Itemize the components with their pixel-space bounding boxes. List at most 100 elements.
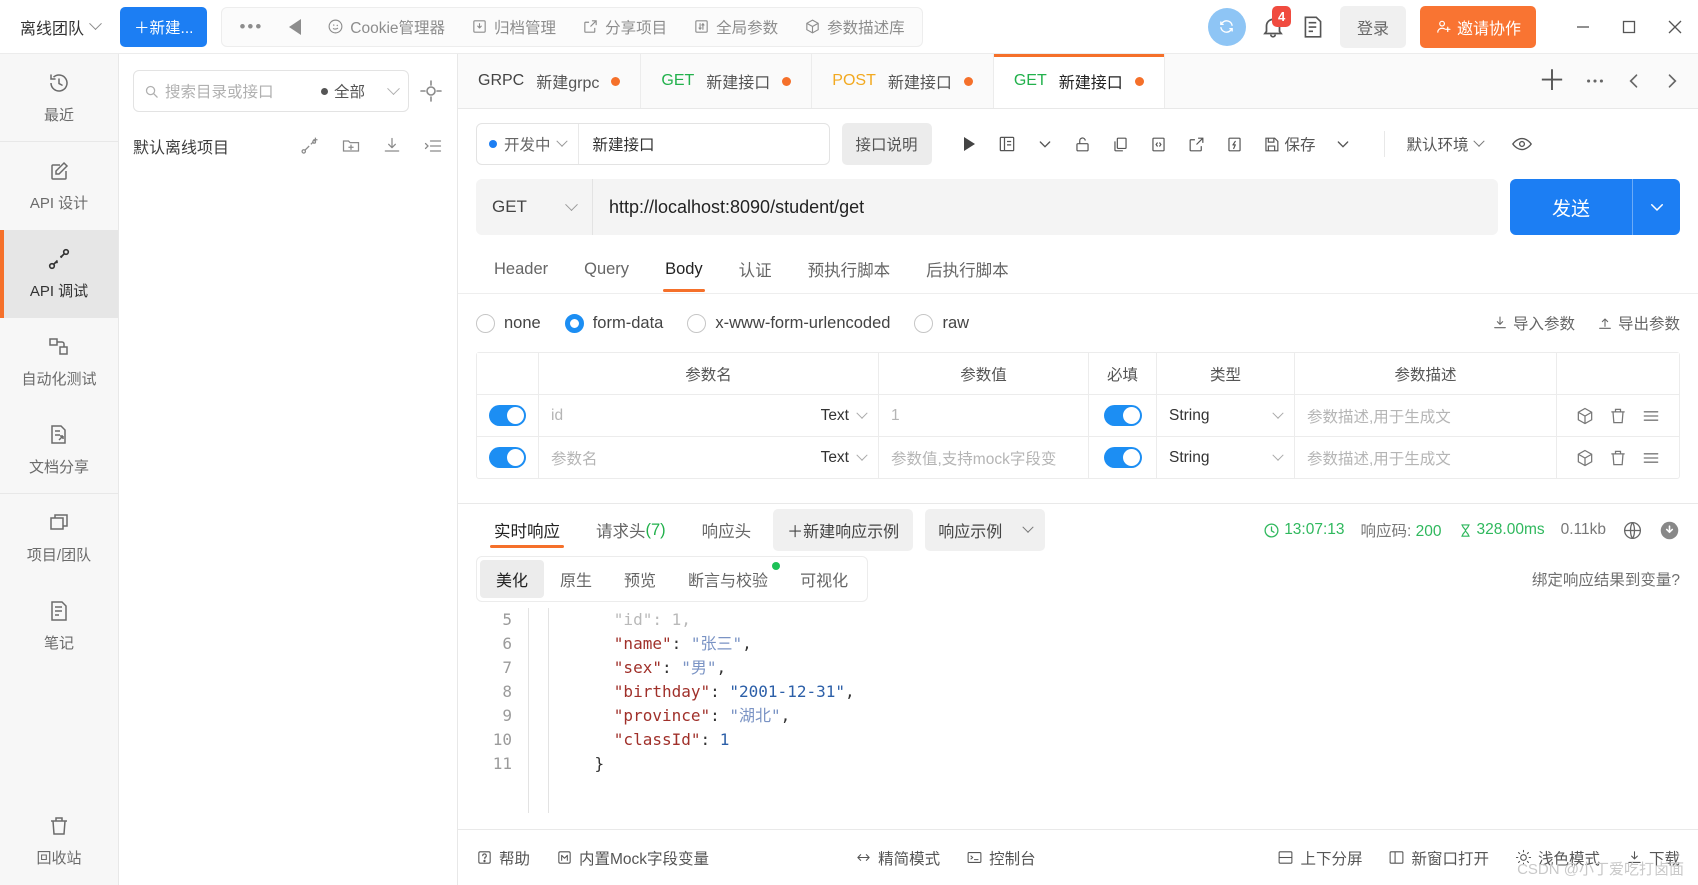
send-button[interactable]: 发送 (1510, 179, 1632, 235)
console-button[interactable]: 控制台 (966, 847, 1036, 869)
download-response-icon[interactable] (1659, 520, 1680, 541)
response-code-viewer[interactable]: 5 6 7 8 9 10 11 "id": 1, "name": "张三", "… (458, 602, 1698, 829)
param-name-input[interactable]: 参数名 (551, 447, 598, 469)
param-value-input[interactable]: 1 (891, 407, 900, 425)
environment-selector[interactable]: 默认环境 (1407, 133, 1485, 155)
row-required-toggle[interactable] (1089, 395, 1157, 436)
new-tab-icon[interactable]: ＋ (1538, 67, 1566, 95)
global-params-button[interactable]: 全局参数 (680, 8, 791, 46)
delete-icon[interactable] (1608, 406, 1628, 426)
close-button[interactable] (1652, 0, 1698, 54)
split-view-button[interactable]: 上下分屏 (1277, 847, 1362, 869)
param-name-type-selector[interactable]: Text (821, 449, 868, 467)
save-options-icon[interactable] (1324, 124, 1362, 164)
chevron-down-icon[interactable] (1026, 124, 1064, 164)
tab-prev-icon[interactable] (1624, 71, 1644, 91)
new-response-example-button[interactable]: ＋新建响应示例 (773, 509, 914, 551)
mock-fields-button[interactable]: 内置Mock字段变量 (556, 847, 709, 869)
tab-header[interactable]: Header (476, 246, 566, 291)
tab-more-icon[interactable] (1584, 70, 1606, 92)
tab-response-headers[interactable]: 响应头 (684, 504, 770, 556)
param-type-selector[interactable]: String (1169, 449, 1284, 467)
tab-request-headers[interactable]: 请求头 (7) (578, 504, 684, 556)
tab-pre-script[interactable]: 预执行脚本 (790, 243, 909, 293)
new-button[interactable]: ＋新建... (120, 6, 208, 47)
back-button[interactable] (276, 8, 314, 46)
radio-form-data[interactable]: form-data (564, 313, 663, 333)
copy-icon[interactable] (1102, 124, 1140, 164)
tab-query[interactable]: Query (566, 246, 647, 291)
delete-icon[interactable] (1608, 448, 1628, 468)
send-options-button[interactable] (1632, 179, 1680, 235)
import-icon[interactable] (382, 136, 402, 156)
request-tab-active[interactable]: GET 新建接口 (993, 54, 1165, 108)
search-scope-selector[interactable]: 全部 (320, 80, 365, 102)
tab-next-icon[interactable] (1662, 71, 1682, 91)
row-param-value-cell[interactable]: 参数值,支持mock字段变 (879, 437, 1089, 478)
save-button[interactable]: 保存 (1254, 124, 1324, 164)
help-button[interactable]: 帮助 (476, 847, 530, 869)
tab-live-response[interactable]: 实时响应 (476, 504, 578, 556)
param-library-button[interactable]: 参数描述库 (791, 8, 918, 46)
tab-auth[interactable]: 认证 (721, 243, 790, 293)
view-tab-raw[interactable]: 原生 (544, 560, 608, 598)
more-button[interactable]: ••• (226, 8, 276, 46)
share-request-icon[interactable] (1178, 124, 1216, 164)
view-tab-assertions[interactable]: 断言与校验 (672, 560, 784, 598)
row-type-cell[interactable]: String (1157, 437, 1295, 478)
row-type-cell[interactable]: String (1157, 395, 1295, 436)
row-desc-cell[interactable]: 参数描述,用于生成文 (1295, 437, 1557, 478)
sidebar-item-project-team[interactable]: 项目/团队 (0, 494, 118, 582)
search-input[interactable]: 搜索目录或接口 全部 (133, 70, 409, 112)
unlock-icon[interactable] (1064, 124, 1102, 164)
export-params-button[interactable]: 导出参数 (1597, 312, 1680, 334)
cookie-manager-button[interactable]: Cookie管理器 (314, 8, 458, 46)
add-folder-icon[interactable] (341, 136, 361, 156)
sidebar-item-api-debug[interactable]: API 调试 (0, 230, 118, 318)
team-selector[interactable]: 离线团队 (14, 11, 106, 43)
cube-icon[interactable] (1575, 406, 1595, 426)
response-example-selector[interactable]: 响应示例 (925, 509, 1046, 551)
request-tab[interactable]: POST 新建接口 (812, 54, 994, 108)
param-value-input[interactable]: 参数值,支持mock字段变 (891, 447, 1056, 469)
run-button[interactable] (950, 124, 988, 164)
cube-icon[interactable] (1575, 448, 1595, 468)
sidebar-item-recent[interactable]: 最近 (0, 54, 118, 142)
save-as-example-button[interactable] (988, 124, 1026, 164)
lightning-icon[interactable] (1216, 124, 1254, 164)
request-tab[interactable]: GET 新建接口 (641, 54, 813, 108)
view-tab-preview[interactable]: 预览 (608, 560, 672, 598)
code-icon[interactable] (1140, 124, 1178, 164)
url-input[interactable]: http://localhost:8090/student/get (593, 179, 1498, 235)
sidebar-item-api-design[interactable]: API 设计 (0, 142, 118, 230)
view-tab-visualize[interactable]: 可视化 (784, 560, 864, 598)
param-name-input[interactable]: id (551, 407, 563, 425)
param-type-selector[interactable]: String (1169, 407, 1284, 425)
sidebar-item-automation[interactable]: 自动化测试 (0, 318, 118, 406)
sync-button[interactable] (1207, 7, 1246, 46)
compact-mode-button[interactable]: 精简模式 (855, 847, 940, 869)
share-project-button[interactable]: 分享项目 (569, 8, 680, 46)
radio-none[interactable]: none (476, 313, 541, 333)
archive-manager-button[interactable]: 归档管理 (458, 8, 569, 46)
request-name-input[interactable]: 新建接口 (579, 124, 829, 164)
row-required-toggle[interactable] (1089, 437, 1157, 478)
download-button[interactable]: 下载 (1626, 847, 1680, 869)
tab-body[interactable]: Body (647, 246, 721, 292)
request-tab[interactable]: GRPC 新建grpc (458, 54, 642, 108)
new-window-button[interactable]: 新窗口打开 (1388, 847, 1489, 869)
menu-icon[interactable] (1641, 448, 1661, 468)
list-icon[interactable] (423, 136, 443, 156)
import-params-button[interactable]: 导入参数 (1492, 312, 1575, 334)
menu-icon[interactable] (1641, 406, 1661, 426)
tab-post-script[interactable]: 后执行脚本 (908, 243, 1027, 293)
add-api-icon[interactable] (300, 136, 320, 156)
api-description-button[interactable]: 接口说明 (841, 123, 932, 165)
notifications-button[interactable]: 4 (1260, 5, 1292, 40)
minimize-button[interactable] (1560, 0, 1606, 54)
globe-icon[interactable] (1622, 520, 1643, 541)
status-selector[interactable]: 开发中 (477, 124, 579, 164)
row-param-name-cell[interactable]: 参数名 Text (539, 437, 879, 478)
notes-button[interactable] (1300, 14, 1326, 40)
param-desc-input[interactable]: 参数描述,用于生成文 (1307, 447, 1451, 469)
